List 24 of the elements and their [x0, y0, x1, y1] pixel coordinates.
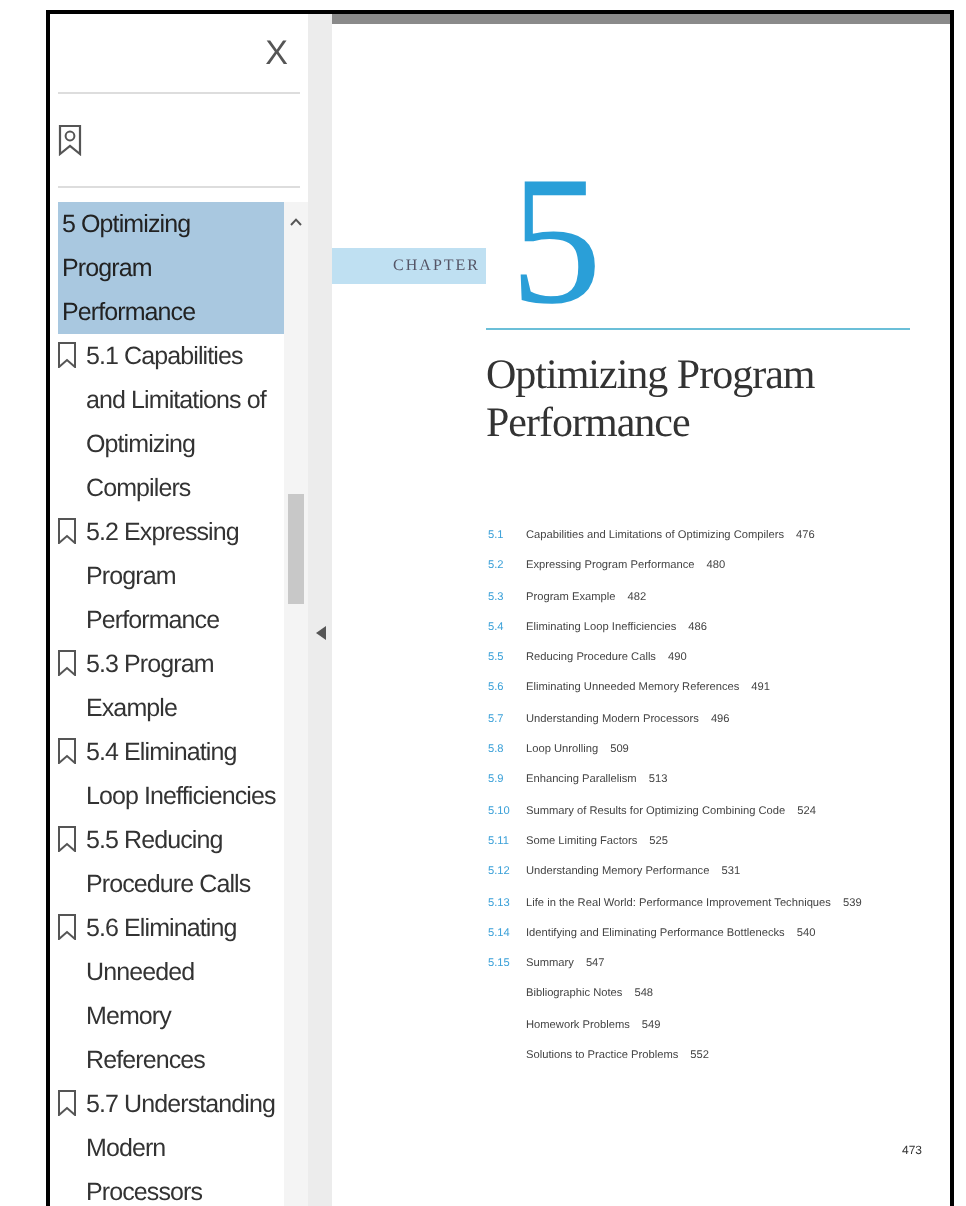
chapter-number: 5: [510, 164, 602, 316]
bookmark-icon[interactable]: [58, 124, 82, 156]
scroll-up-icon[interactable]: [290, 218, 302, 226]
bookmark-icon: [58, 650, 76, 676]
bookmark-icon: [58, 914, 76, 940]
outline-item[interactable]: 5.5 Reducing Procedure Calls: [86, 818, 284, 906]
scroll-thumb[interactable]: [288, 494, 304, 604]
chapter-label: CHAPTER: [332, 248, 486, 284]
outline-item[interactable]: 5.6 Eliminating Unneeded Memory References: [86, 906, 284, 1082]
bookmark-icon: [58, 1090, 76, 1116]
bookmark-icon: [58, 738, 76, 764]
outline-item[interactable]: 5.7 Understanding Modern Processors: [86, 1082, 284, 1206]
outline-item[interactable]: 5 Optimizing Program Performance: [58, 202, 284, 334]
collapse-arrow-icon[interactable]: [315, 625, 325, 639]
outline-item[interactable]: 5.4 Eliminating Loop Inefficiencies: [86, 730, 284, 818]
bookmark-icon: [58, 518, 76, 544]
bookmark-icon: [58, 342, 76, 368]
scrollbar[interactable]: [284, 202, 308, 1206]
close-button[interactable]: X: [253, 36, 300, 70]
outline-item[interactable]: 5.1 Capabilities and Limitations of Optimizing Compilers: [86, 334, 284, 510]
chapter-title: Optimizing Program Performance: [486, 350, 817, 446]
bookmark-icon: [58, 826, 76, 852]
outline-item[interactable]: 5.2 Expressing Program Performance: [86, 510, 284, 642]
outline-item[interactable]: 5.3 Program Example: [86, 642, 284, 730]
